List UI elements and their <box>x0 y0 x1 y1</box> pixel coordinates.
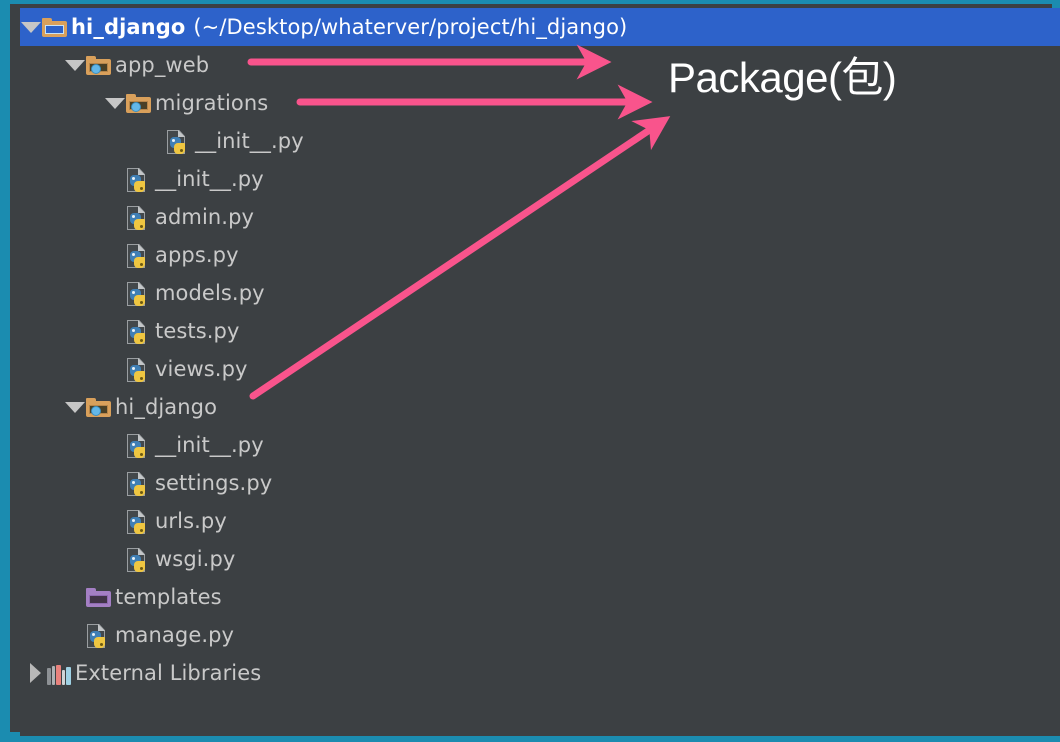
tree-row-label: apps.py <box>155 243 239 267</box>
python-file-icon <box>126 318 152 344</box>
python-file-icon <box>86 622 112 648</box>
tree-row-label: manage.py <box>115 623 234 647</box>
tree-row-label: tests.py <box>155 319 240 343</box>
chevron-down-icon[interactable] <box>20 8 42 46</box>
tree-row-root[interactable]: hi_django (~/Desktop/whaterver/project/h… <box>20 8 1060 46</box>
tree-row-label: views.py <box>155 357 248 381</box>
package-folder-icon <box>126 90 152 116</box>
python-file-icon <box>126 356 152 382</box>
python-file-icon <box>126 432 152 458</box>
tree-row-external-libraries[interactable]: External Libraries <box>20 654 1060 692</box>
tree-row-label: urls.py <box>155 509 227 533</box>
tree-row-label: wsgi.py <box>155 547 235 571</box>
tree-row-file[interactable]: tests.py <box>20 312 1060 350</box>
python-file-icon <box>126 470 152 496</box>
project-file-tree[interactable]: hi_django (~/Desktop/whaterver/project/h… <box>20 8 1060 736</box>
python-file-icon <box>126 242 152 268</box>
chevron-down-icon[interactable] <box>64 388 86 426</box>
books-icon <box>46 660 72 686</box>
project-tool-window: hi_django (~/Desktop/whaterver/project/h… <box>0 0 1060 742</box>
tree-row-label: admin.py <box>155 205 254 229</box>
tree-row-label-root: hi_django <box>71 15 185 39</box>
folder-icon <box>42 14 68 40</box>
tree-row-file[interactable]: manage.py <box>20 616 1060 654</box>
tree-row-file[interactable]: admin.py <box>20 198 1060 236</box>
python-file-icon <box>166 128 192 154</box>
tree-row-label: External Libraries <box>75 661 261 685</box>
python-file-icon <box>126 204 152 230</box>
tree-row-label: hi_django <box>115 395 217 419</box>
tree-row-path-root: (~/Desktop/whaterver/project/hi_django) <box>193 15 627 39</box>
tree-row-file[interactable]: settings.py <box>20 464 1060 502</box>
tree-row-label: app_web <box>115 53 209 77</box>
tree-row-label: migrations <box>155 91 268 115</box>
chevron-right-icon[interactable] <box>24 654 46 692</box>
python-file-icon <box>126 280 152 306</box>
tree-row-file[interactable]: views.py <box>20 350 1060 388</box>
chevron-down-icon[interactable] <box>64 46 86 84</box>
tree-row-label: templates <box>115 585 222 609</box>
tree-row-file[interactable]: urls.py <box>20 502 1060 540</box>
tree-row-label: __init__.py <box>155 433 264 457</box>
tree-row-file[interactable]: __init__.py <box>20 122 1060 160</box>
tree-row-file[interactable]: models.py <box>20 274 1060 312</box>
package-folder-icon <box>86 52 112 78</box>
python-file-icon <box>126 546 152 572</box>
tree-row-file[interactable]: __init__.py <box>20 426 1060 464</box>
tree-row-hi-django-package[interactable]: hi_django <box>20 388 1060 426</box>
chevron-down-icon[interactable] <box>104 84 126 122</box>
tree-row-templates[interactable]: templates <box>20 578 1060 616</box>
python-file-icon <box>126 166 152 192</box>
tree-row-migrations[interactable]: migrations <box>20 84 1060 122</box>
python-file-icon <box>126 508 152 534</box>
package-folder-icon <box>86 394 112 420</box>
tree-row-file[interactable]: __init__.py <box>20 160 1060 198</box>
templates-folder-icon <box>86 584 112 610</box>
tree-row-label: __init__.py <box>195 129 304 153</box>
tree-row-label: __init__.py <box>155 167 264 191</box>
tree-row-label: models.py <box>155 281 265 305</box>
tree-row-app-web[interactable]: app_web <box>20 46 1060 84</box>
tree-row-label: settings.py <box>155 471 272 495</box>
tree-row-file[interactable]: wsgi.py <box>20 540 1060 578</box>
tree-row-file[interactable]: apps.py <box>20 236 1060 274</box>
